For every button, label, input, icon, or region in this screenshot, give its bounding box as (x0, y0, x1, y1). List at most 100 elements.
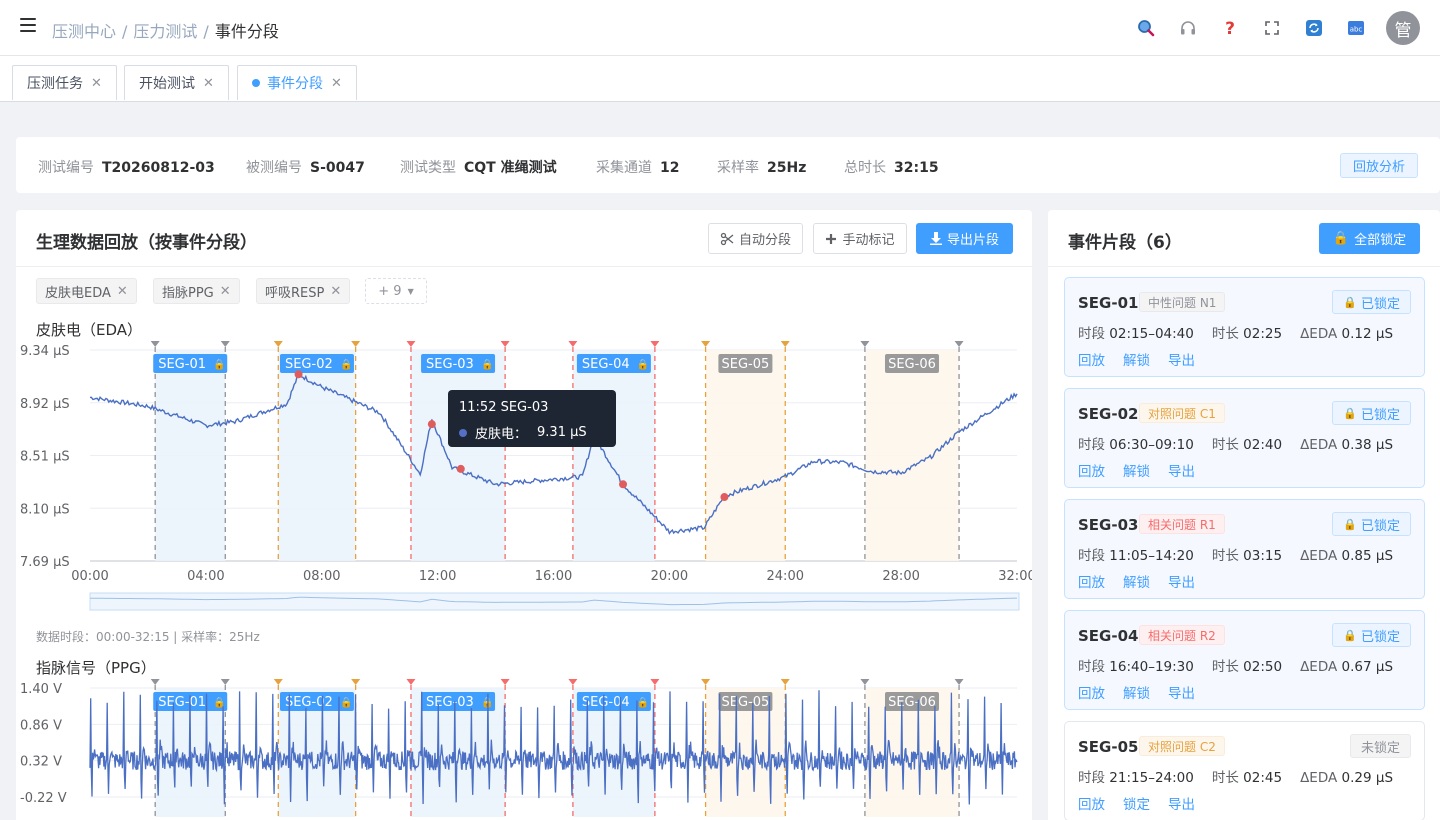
lock-toggle-link[interactable]: 解锁 (1123, 353, 1150, 369)
export-link[interactable]: 导出 (1168, 353, 1195, 369)
segment-label[interactable]: SEG-02 🔒 (279, 354, 354, 373)
replay-link[interactable]: 回放 (1078, 575, 1105, 591)
segment-label[interactable]: SEG-01 🔒 (153, 354, 228, 373)
segment-band (278, 350, 356, 561)
segment-marker-icon (860, 341, 870, 347)
segment-band (410, 350, 506, 561)
segment-marker-icon (568, 341, 578, 347)
replay-link[interactable]: 回放 (1078, 464, 1105, 480)
y-tick-label: 1.40 V (20, 682, 62, 697)
avatar[interactable]: 管 (1386, 11, 1420, 45)
y-tick-label: 8.92 μS (20, 397, 70, 412)
segment-label-text: SEG-02 (285, 357, 333, 372)
lock-toggle-link[interactable]: 解锁 (1123, 575, 1150, 591)
segment-marker-icon (701, 341, 711, 347)
segment-band (155, 350, 226, 561)
tags-view: 压测任务 ✕ 开始测试 ✕ 事件分段 ✕ (0, 56, 1440, 102)
question-tag: 对照问题 C2 (1139, 736, 1225, 756)
close-icon[interactable]: ✕ (203, 76, 214, 91)
search-icon[interactable] (1136, 18, 1156, 38)
segment-marker-icon (650, 679, 660, 685)
segment-marker-icon (500, 679, 510, 685)
segment-meta: 时段 16:40–19:30 时长 02:50 ΔEDA 0.67 μS (1078, 659, 1394, 675)
lock-toggle-link[interactable]: 锁定 (1123, 797, 1150, 813)
export-link[interactable]: 导出 (1168, 797, 1195, 813)
replay-analysis-button[interactable]: 回放分析 (1340, 153, 1418, 178)
replay-link[interactable]: 回放 (1078, 797, 1105, 813)
info-channels: 采集通道 12 (596, 160, 680, 176)
question-tag: 对照问题 C1 (1139, 403, 1225, 423)
segment-marker-icon (650, 341, 660, 347)
fullscreen-icon[interactable] (1262, 18, 1282, 38)
lock-toggle-link[interactable]: 解锁 (1123, 464, 1150, 480)
lock-icon: 🔒 (213, 359, 225, 371)
segment-card[interactable]: SEG-03 相关问题 R1 🔒 已锁定 时段 11:05–14:20 时长 03:15 Δ… (1064, 499, 1425, 599)
breadcrumb-item[interactable]: 压测中心 (52, 22, 116, 41)
tab-start-test[interactable]: 开始测试 ✕ (124, 65, 229, 100)
question-tag: 中性问题 N1 (1139, 292, 1226, 312)
lock-icon: 🔒 (481, 359, 493, 371)
lock-icon: 🔒 (637, 697, 649, 709)
event-point (720, 493, 729, 502)
segment-label[interactable]: SEG-06 (884, 354, 939, 373)
segment-label[interactable]: SEG-03 🔒 (421, 692, 496, 711)
segment-marker-icon (220, 679, 230, 685)
menu-toggle-icon[interactable] (20, 18, 36, 32)
export-link[interactable]: 导出 (1168, 575, 1195, 591)
segment-label[interactable]: SEG-05 (718, 692, 773, 711)
segment-actions: 回放 锁定 导出 (1078, 793, 1213, 813)
close-icon[interactable]: ✕ (331, 76, 342, 91)
lock-toggle-link[interactable]: 解锁 (1123, 686, 1150, 702)
breadcrumb-item[interactable]: 压力测试 (133, 22, 197, 41)
segment-label[interactable]: SEG-04 🔒 (576, 354, 651, 373)
segment-label[interactable]: SEG-02 🔒 (279, 692, 354, 711)
playback-panel: 生理数据回放（按事件分段） 自动分段 手动标记 导出片段 皮肤电EDA ✕ 指脉P… (16, 210, 1032, 820)
refresh-icon[interactable] (1304, 18, 1324, 38)
segment-marker-icon (568, 679, 578, 685)
replay-link[interactable]: 回放 (1078, 686, 1105, 702)
tab-stress-task[interactable]: 压测任务 ✕ (12, 65, 117, 100)
segment-meta: 时段 02:15–04:40 时长 02:25 ΔEDA 0.12 μS (1078, 326, 1394, 342)
segment-card[interactable]: SEG-01 中性问题 N1 🔒 已锁定 时段 02:15–04:40 时长 02:25 Δ… (1064, 277, 1425, 377)
chart-tooltip: 11:52 SEG-03 皮肤电： 9.31 μS (448, 390, 616, 447)
event-point (294, 370, 303, 379)
segment-label-text: SEG-03 (426, 695, 474, 710)
segment-marker-icon (150, 679, 160, 685)
active-dot-icon (252, 79, 260, 87)
segment-marker-icon (780, 679, 790, 685)
y-tick-label: 8.51 μS (20, 450, 70, 465)
export-link[interactable]: 导出 (1168, 686, 1195, 702)
segment-label[interactable]: SEG-03 🔒 (421, 354, 496, 373)
svg-text:abc: abc (1350, 26, 1363, 34)
headset-icon[interactable] (1178, 18, 1198, 38)
tooltip-title: 11:52 SEG-03 (459, 400, 549, 415)
segment-card[interactable]: SEG-04 相关问题 R2 🔒 已锁定 时段 16:40–19:30 时长 02:50 Δ… (1064, 610, 1425, 710)
segment-label[interactable]: SEG-06 (884, 692, 939, 711)
x-tick-label: 08:00 (303, 569, 340, 584)
tab-label: 事件分段 (267, 76, 323, 92)
info-subject-id: 被测编号 S-0047 (246, 160, 365, 176)
segment-id: SEG-04 (1078, 627, 1139, 645)
help-icon[interactable]: ? (1220, 18, 1240, 38)
segment-marker-icon (351, 341, 361, 347)
x-tick-label: 24:00 (767, 569, 804, 584)
lock-all-button[interactable]: 🔒 全部锁定 (1319, 223, 1420, 254)
tab-event-segment[interactable]: 事件分段 ✕ (237, 65, 357, 100)
export-link[interactable]: 导出 (1168, 464, 1195, 480)
charts-canvas[interactable]: 9.34 μS 8.92 μS 8.51 μS 8.10 μS 7.69 μS SEG-0… (16, 210, 1032, 820)
breadcrumb-current: 事件分段 (214, 22, 279, 41)
x-tick-label: 00:00 (71, 569, 108, 584)
segment-marker-icon (701, 679, 711, 685)
segment-label[interactable]: SEG-05 (718, 354, 773, 373)
close-icon[interactable]: ✕ (91, 76, 102, 91)
segment-card[interactable]: SEG-02 对照问题 C1 🔒 已锁定 时段 06:30–09:10 时长 02:40 Δ… (1064, 388, 1425, 488)
segment-card[interactable]: SEG-05 对照问题 C2 未锁定 时段 21:15–24:00 时长 02:45 ΔE… (1064, 721, 1425, 820)
segment-marker-icon (351, 679, 361, 685)
segment-id: SEG-02 (1078, 405, 1139, 423)
x-tick-label: 32:00 (998, 569, 1032, 584)
segment-label-text: SEG-01 (158, 357, 206, 372)
replay-link[interactable]: 回放 (1078, 353, 1105, 369)
language-icon[interactable]: abc (1346, 18, 1366, 38)
svg-text:?: ? (1225, 19, 1235, 37)
event-point (427, 420, 436, 429)
